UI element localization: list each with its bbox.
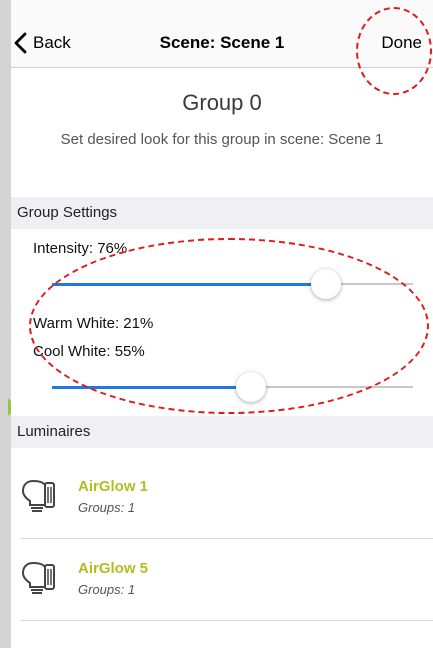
slider-thumb[interactable] (311, 269, 342, 299)
luminaire-name: AirGlow 1 (78, 478, 149, 495)
luminaire-item[interactable]: AirGlow 1 Groups: 1 (11, 455, 433, 539)
done-button[interactable]: Done (381, 33, 422, 53)
luminaires-header: Luminaires (11, 416, 433, 448)
color-temperature-slider[interactable] (52, 372, 413, 402)
intensity-label: Intensity: 76% (33, 240, 128, 257)
left-edge-strip (0, 0, 11, 648)
luminaire-item[interactable]: AirGlow 5 Groups: 1 (11, 537, 433, 621)
luminaire-name: AirGlow 5 (78, 560, 149, 577)
slider-fill (52, 283, 327, 286)
group-settings-header: Group Settings (11, 197, 433, 229)
light-bulb-icon (21, 479, 55, 512)
group-title: Group 0 (182, 90, 262, 115)
light-bulb-icon (21, 561, 55, 594)
warm-white-label: Warm White: 21% (33, 315, 154, 332)
page-title: Scene: Scene 1 (159, 33, 285, 52)
slider-fill (52, 386, 251, 389)
list-divider (21, 620, 433, 621)
navigation-bar: Back Scene: Scene 1 Done (11, 0, 433, 68)
luminaire-groups: Groups: 1 (78, 582, 136, 597)
slider-thumb[interactable] (235, 372, 266, 402)
group-description: Set desired look for this group in scene… (60, 131, 384, 148)
cool-white-label: Cool White: 55% (33, 343, 145, 360)
intensity-slider[interactable] (52, 269, 413, 299)
scene-screen: Back Scene: Scene 1 Done Group 0 Set des… (11, 0, 433, 648)
luminaire-groups: Groups: 1 (78, 500, 136, 515)
